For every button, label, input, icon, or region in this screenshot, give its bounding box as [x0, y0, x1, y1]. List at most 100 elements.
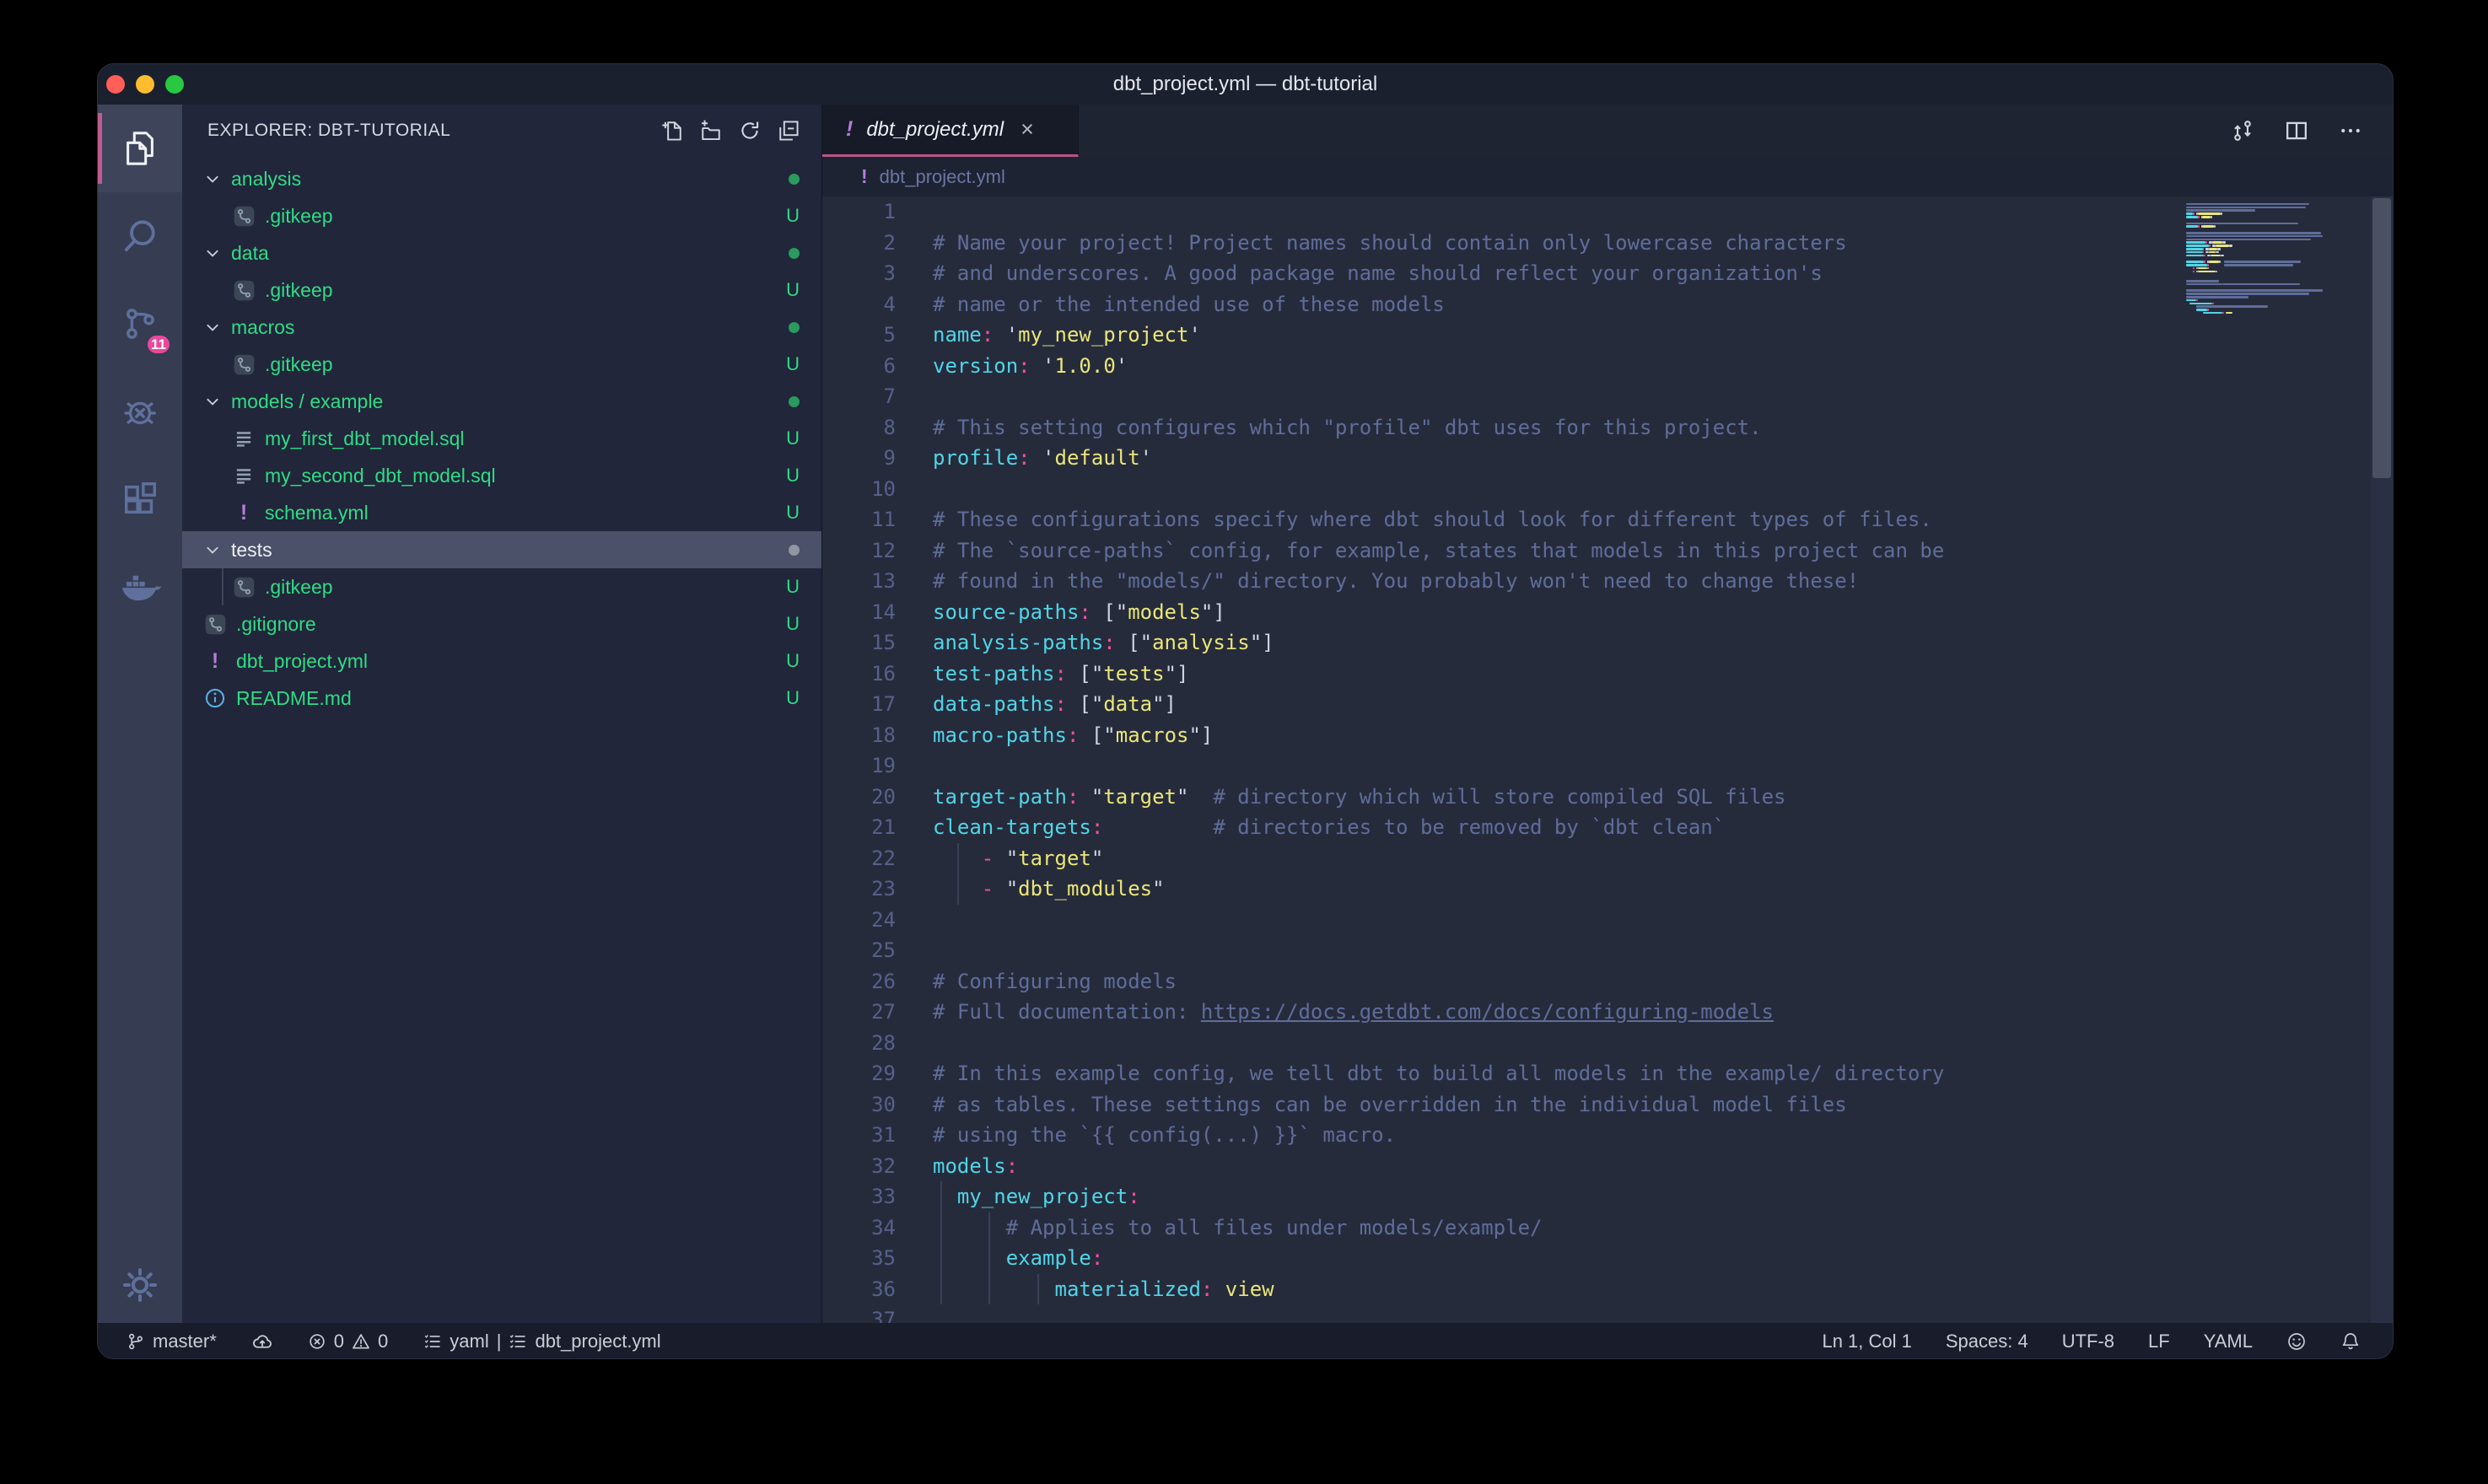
chevron-down-icon	[202, 244, 223, 262]
new-file-icon[interactable]	[661, 120, 683, 142]
item-name: .gitkeep	[265, 576, 333, 599]
folder-macros[interactable]: macros	[182, 309, 821, 346]
yaml-warning-icon: !	[861, 165, 868, 188]
explorer-header: EXPLORER: DBT-TUTORIAL	[182, 105, 821, 157]
folder-models-example[interactable]: models / example	[182, 383, 821, 420]
activity-docker-button[interactable]	[98, 543, 182, 631]
feedback-smiley-icon[interactable]	[2286, 1331, 2307, 1352]
item-name: macros	[231, 316, 294, 339]
notifications-bell-icon[interactable]	[2340, 1331, 2361, 1352]
git-status-badge: U	[786, 279, 800, 301]
titlebar: dbt_project.yml — dbt-tutorial	[98, 64, 2393, 105]
git-icon	[231, 353, 256, 376]
git-icon	[231, 279, 256, 302]
tab-label: dbt_project.yml	[866, 118, 1004, 142]
git-status-badge	[789, 174, 800, 185]
debug-icon	[121, 392, 159, 431]
breadcrumb[interactable]: ! dbt_project.yml	[822, 157, 2393, 196]
problems-status[interactable]: 0 0	[308, 1331, 389, 1352]
git-status-badge	[789, 396, 800, 407]
file--gitkeep[interactable]: .gitkeep U	[182, 568, 821, 605]
language-mode[interactable]: YAML	[2204, 1331, 2253, 1352]
git-status-badge: U	[786, 650, 800, 672]
activity-debug-button[interactable]	[98, 368, 182, 455]
activity-extensions-button[interactable]	[98, 455, 182, 543]
split-editor-icon[interactable]	[2285, 119, 2308, 142]
scm-badge: 11	[145, 333, 172, 356]
git-status-badge: U	[786, 353, 800, 375]
collapse-all-icon[interactable]	[778, 120, 800, 142]
eol-setting[interactable]: LF	[2148, 1331, 2170, 1352]
minimap[interactable]	[2186, 200, 2351, 318]
refresh-icon[interactable]	[739, 120, 761, 142]
tab-dbt-project-yml[interactable]: ! dbt_project.yml ×	[822, 105, 1079, 157]
activity-search-button[interactable]	[98, 192, 182, 280]
git-branch-status[interactable]: master*	[127, 1331, 217, 1352]
folder-analysis[interactable]: analysis	[182, 160, 821, 197]
chevron-down-icon	[202, 392, 223, 411]
item-name: my_first_dbt_model.sql	[265, 427, 465, 450]
scrollbar[interactable]	[2371, 196, 2393, 1323]
code-editor[interactable]: 12# Name your project! Project names sho…	[822, 196, 2393, 1323]
compare-changes-icon[interactable]	[2231, 119, 2254, 142]
chevron-down-icon	[202, 318, 223, 336]
window-title: dbt_project.yml — dbt-tutorial	[98, 73, 2393, 96]
branch-icon	[127, 1332, 145, 1351]
file-my-second-dbt-model-sql[interactable]: my_second_dbt_model.sql U	[182, 457, 821, 494]
activity-explorer-button[interactable]	[98, 105, 182, 192]
git-status-badge	[789, 545, 800, 556]
file-schema-yml[interactable]: ! schema.yml U	[182, 494, 821, 531]
search-icon	[121, 217, 159, 255]
tab-bar: ! dbt_project.yml ×	[822, 105, 2393, 157]
cursor-position[interactable]: Ln 1, Col 1	[1822, 1331, 1911, 1352]
git-status-badge: U	[786, 687, 800, 709]
status-bar: master* 0	[98, 1323, 2393, 1359]
branch-name: master*	[153, 1331, 217, 1352]
warnings-icon	[352, 1332, 370, 1351]
file-dbt-project-yml[interactable]: ! dbt_project.yml U	[182, 643, 821, 680]
close-window-button[interactable]	[106, 75, 125, 94]
error-count: 0	[334, 1331, 344, 1352]
scrollbar-thumb[interactable]	[2372, 198, 2391, 478]
git-status-badge: U	[786, 465, 800, 487]
git-status-badge: U	[786, 613, 800, 635]
item-name: my_second_dbt_model.sql	[265, 465, 496, 487]
excl-icon: !	[202, 649, 228, 674]
folder-tests[interactable]: tests	[182, 531, 821, 568]
chevron-down-icon	[202, 169, 223, 188]
file-README-md[interactable]: README.md U	[182, 680, 821, 717]
activity-source-control-button[interactable]: 11	[98, 280, 182, 368]
item-name: README.md	[236, 687, 352, 710]
git-icon	[231, 205, 256, 228]
new-folder-icon[interactable]	[700, 120, 722, 142]
more-actions-icon[interactable]	[2339, 119, 2362, 142]
files-icon	[121, 129, 159, 168]
git-icon	[202, 613, 228, 636]
checklist-icon	[423, 1332, 442, 1351]
gear-icon	[121, 1266, 159, 1304]
zoom-window-button[interactable]	[165, 75, 184, 94]
folder-data[interactable]: data	[182, 234, 821, 272]
git-status-badge	[789, 248, 800, 259]
info-icon	[202, 687, 228, 709]
explorer-sidebar: EXPLORER: DBT-TUTORIAL	[182, 105, 821, 1323]
publish-changes-icon[interactable]	[252, 1331, 272, 1352]
item-name: .gitkeep	[265, 353, 333, 376]
sql-icon	[231, 427, 256, 449]
file--gitignore[interactable]: .gitignore U	[182, 605, 821, 643]
indentation-setting[interactable]: Spaces: 4	[1946, 1331, 2028, 1352]
file--gitkeep[interactable]: .gitkeep U	[182, 197, 821, 234]
linter-status[interactable]: yaml | dbt_project.yml	[423, 1331, 660, 1352]
linter-separator: |	[497, 1331, 502, 1352]
settings-button[interactable]	[98, 1266, 182, 1304]
file--gitkeep[interactable]: .gitkeep U	[182, 346, 821, 383]
encoding-setting[interactable]: UTF-8	[2062, 1331, 2114, 1352]
linter-file: dbt_project.yml	[535, 1331, 660, 1352]
item-name: schema.yml	[265, 502, 369, 524]
activity-bar: 11	[98, 105, 182, 1323]
close-tab-icon[interactable]: ×	[1021, 118, 1034, 141]
item-name: .gitignore	[236, 613, 316, 636]
minimize-window-button[interactable]	[136, 75, 154, 94]
file-my-first-dbt-model-sql[interactable]: my_first_dbt_model.sql U	[182, 420, 821, 457]
file--gitkeep[interactable]: .gitkeep U	[182, 272, 821, 309]
